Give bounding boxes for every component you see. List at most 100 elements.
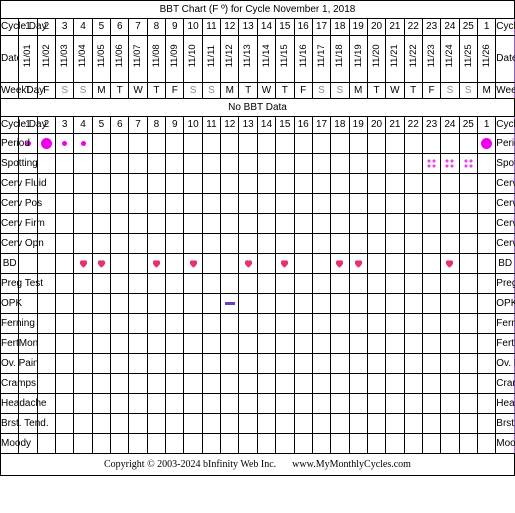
- cell-preg_test-day-25[interactable]: [458, 273, 478, 294]
- cell-opk-day-9[interactable]: [165, 293, 185, 314]
- cell-cerv_fluid-day-10[interactable]: [183, 173, 203, 194]
- cell-fertmon-day-6[interactable]: [110, 333, 130, 354]
- cell-spotting-day-20[interactable]: [366, 153, 387, 174]
- cell-period-day-3[interactable]: [55, 133, 75, 154]
- cell-cramps-day-5[interactable]: [91, 373, 112, 394]
- cell-ferning-day-15[interactable]: [275, 313, 295, 334]
- cell-preg_test-day-19[interactable]: [348, 273, 368, 294]
- cell-opk-day-17[interactable]: [311, 293, 332, 314]
- cell-moody-day-8[interactable]: [146, 433, 167, 454]
- cell-opk-day-26[interactable]: [476, 293, 497, 314]
- cell-preg_test-day-4[interactable]: [73, 273, 93, 294]
- cell-cerv_firm-day-8[interactable]: [146, 213, 167, 234]
- cell-cerv_pos-day-22[interactable]: [403, 193, 423, 214]
- cell-brst_tend-day-7[interactable]: [128, 413, 148, 434]
- cell-brst_tend-day-11[interactable]: [201, 413, 222, 434]
- cell-cerv_firm-day-23[interactable]: [421, 213, 442, 234]
- cell-spotting-day-14[interactable]: [256, 153, 277, 174]
- cell-fertmon-day-11[interactable]: [201, 333, 222, 354]
- cell-spotting-day-17[interactable]: [311, 153, 332, 174]
- cell-bd-day-13[interactable]: [238, 253, 258, 274]
- cell-cerv_opn-day-11[interactable]: [201, 233, 222, 254]
- cell-fertmon-day-8[interactable]: [146, 333, 167, 354]
- cell-brst_tend-day-19[interactable]: [348, 413, 368, 434]
- cell-cerv_fluid-day-22[interactable]: [403, 173, 423, 194]
- cell-headache-day-15[interactable]: [275, 393, 295, 414]
- cell-ferning-day-12[interactable]: [220, 313, 240, 334]
- cell-cramps-day-24[interactable]: [440, 373, 460, 394]
- cell-ferning-day-19[interactable]: [348, 313, 368, 334]
- cell-cerv_pos-day-7[interactable]: [128, 193, 148, 214]
- cell-headache-day-19[interactable]: [348, 393, 368, 414]
- cell-ov_pain-day-9[interactable]: [165, 353, 185, 374]
- cell-preg_test-day-13[interactable]: [238, 273, 258, 294]
- cell-preg_test-day-11[interactable]: [201, 273, 222, 294]
- cell-spotting-day-4[interactable]: [73, 153, 93, 174]
- cell-brst_tend-day-16[interactable]: [293, 413, 313, 434]
- cell-period-day-26[interactable]: [476, 133, 497, 154]
- cell-period-day-5[interactable]: [91, 133, 112, 154]
- cell-period-day-17[interactable]: [311, 133, 332, 154]
- cell-ferning-day-24[interactable]: [440, 313, 460, 334]
- cell-headache-day-24[interactable]: [440, 393, 460, 414]
- cell-headache-day-12[interactable]: [220, 393, 240, 414]
- cell-period-day-7[interactable]: [128, 133, 148, 154]
- cell-spotting-day-23[interactable]: [421, 153, 442, 174]
- cell-opk-day-18[interactable]: [330, 293, 350, 314]
- cell-headache-day-3[interactable]: [55, 393, 75, 414]
- cell-moody-day-11[interactable]: [201, 433, 222, 454]
- cell-preg_test-day-10[interactable]: [183, 273, 203, 294]
- cell-spotting-day-6[interactable]: [110, 153, 130, 174]
- cell-cerv_opn-day-15[interactable]: [275, 233, 295, 254]
- cell-opk-day-23[interactable]: [421, 293, 442, 314]
- cell-moody-day-16[interactable]: [293, 433, 313, 454]
- cell-moody-day-22[interactable]: [403, 433, 423, 454]
- cell-brst_tend-day-21[interactable]: [385, 413, 405, 434]
- cell-opk-day-3[interactable]: [55, 293, 75, 314]
- cell-cerv_fluid-day-11[interactable]: [201, 173, 222, 194]
- cell-moody-day-25[interactable]: [458, 433, 478, 454]
- cell-cerv_firm-day-22[interactable]: [403, 213, 423, 234]
- cell-fertmon-day-10[interactable]: [183, 333, 203, 354]
- cell-opk-day-20[interactable]: [366, 293, 387, 314]
- cell-cerv_pos-day-17[interactable]: [311, 193, 332, 214]
- cell-cerv_pos-day-12[interactable]: [220, 193, 240, 214]
- cell-cerv_firm-day-21[interactable]: [385, 213, 405, 234]
- cell-bd-day-22[interactable]: [403, 253, 423, 274]
- cell-cerv_fluid-day-6[interactable]: [110, 173, 130, 194]
- cell-cerv_firm-day-11[interactable]: [201, 213, 222, 234]
- cell-brst_tend-day-22[interactable]: [403, 413, 423, 434]
- cell-cerv_fluid-day-25[interactable]: [458, 173, 478, 194]
- cell-preg_test-day-22[interactable]: [403, 273, 423, 294]
- cell-moody-day-14[interactable]: [256, 433, 277, 454]
- cell-ov_pain-day-4[interactable]: [73, 353, 93, 374]
- cell-cramps-day-4[interactable]: [73, 373, 93, 394]
- cell-opk-day-4[interactable]: [73, 293, 93, 314]
- cell-spotting-day-19[interactable]: [348, 153, 368, 174]
- cell-brst_tend-day-15[interactable]: [275, 413, 295, 434]
- cell-preg_test-day-9[interactable]: [165, 273, 185, 294]
- cell-brst_tend-day-13[interactable]: [238, 413, 258, 434]
- cell-preg_test-day-17[interactable]: [311, 273, 332, 294]
- cell-moody-day-12[interactable]: [220, 433, 240, 454]
- cell-opk-day-21[interactable]: [385, 293, 405, 314]
- cell-period-day-11[interactable]: [201, 133, 222, 154]
- cell-moody-day-6[interactable]: [110, 433, 130, 454]
- cell-ferning-day-8[interactable]: [146, 313, 167, 334]
- cell-headache-day-26[interactable]: [476, 393, 497, 414]
- cell-preg_test-day-12[interactable]: [220, 273, 240, 294]
- cell-preg_test-day-26[interactable]: [476, 273, 497, 294]
- cell-ov_pain-day-20[interactable]: [366, 353, 387, 374]
- cell-bd-day-15[interactable]: [275, 253, 295, 274]
- cell-bd-day-2[interactable]: [36, 253, 57, 274]
- cell-cerv_firm-day-5[interactable]: [91, 213, 112, 234]
- cell-ov_pain-day-11[interactable]: [201, 353, 222, 374]
- cell-cerv_firm-day-4[interactable]: [73, 213, 93, 234]
- cell-bd-day-16[interactable]: [293, 253, 313, 274]
- cell-spotting-day-12[interactable]: [220, 153, 240, 174]
- cell-cerv_pos-day-18[interactable]: [330, 193, 350, 214]
- cell-cerv_fluid-day-20[interactable]: [366, 173, 387, 194]
- cell-ferning-day-6[interactable]: [110, 313, 130, 334]
- cell-fertmon-day-14[interactable]: [256, 333, 277, 354]
- cell-period-day-4[interactable]: [73, 133, 93, 154]
